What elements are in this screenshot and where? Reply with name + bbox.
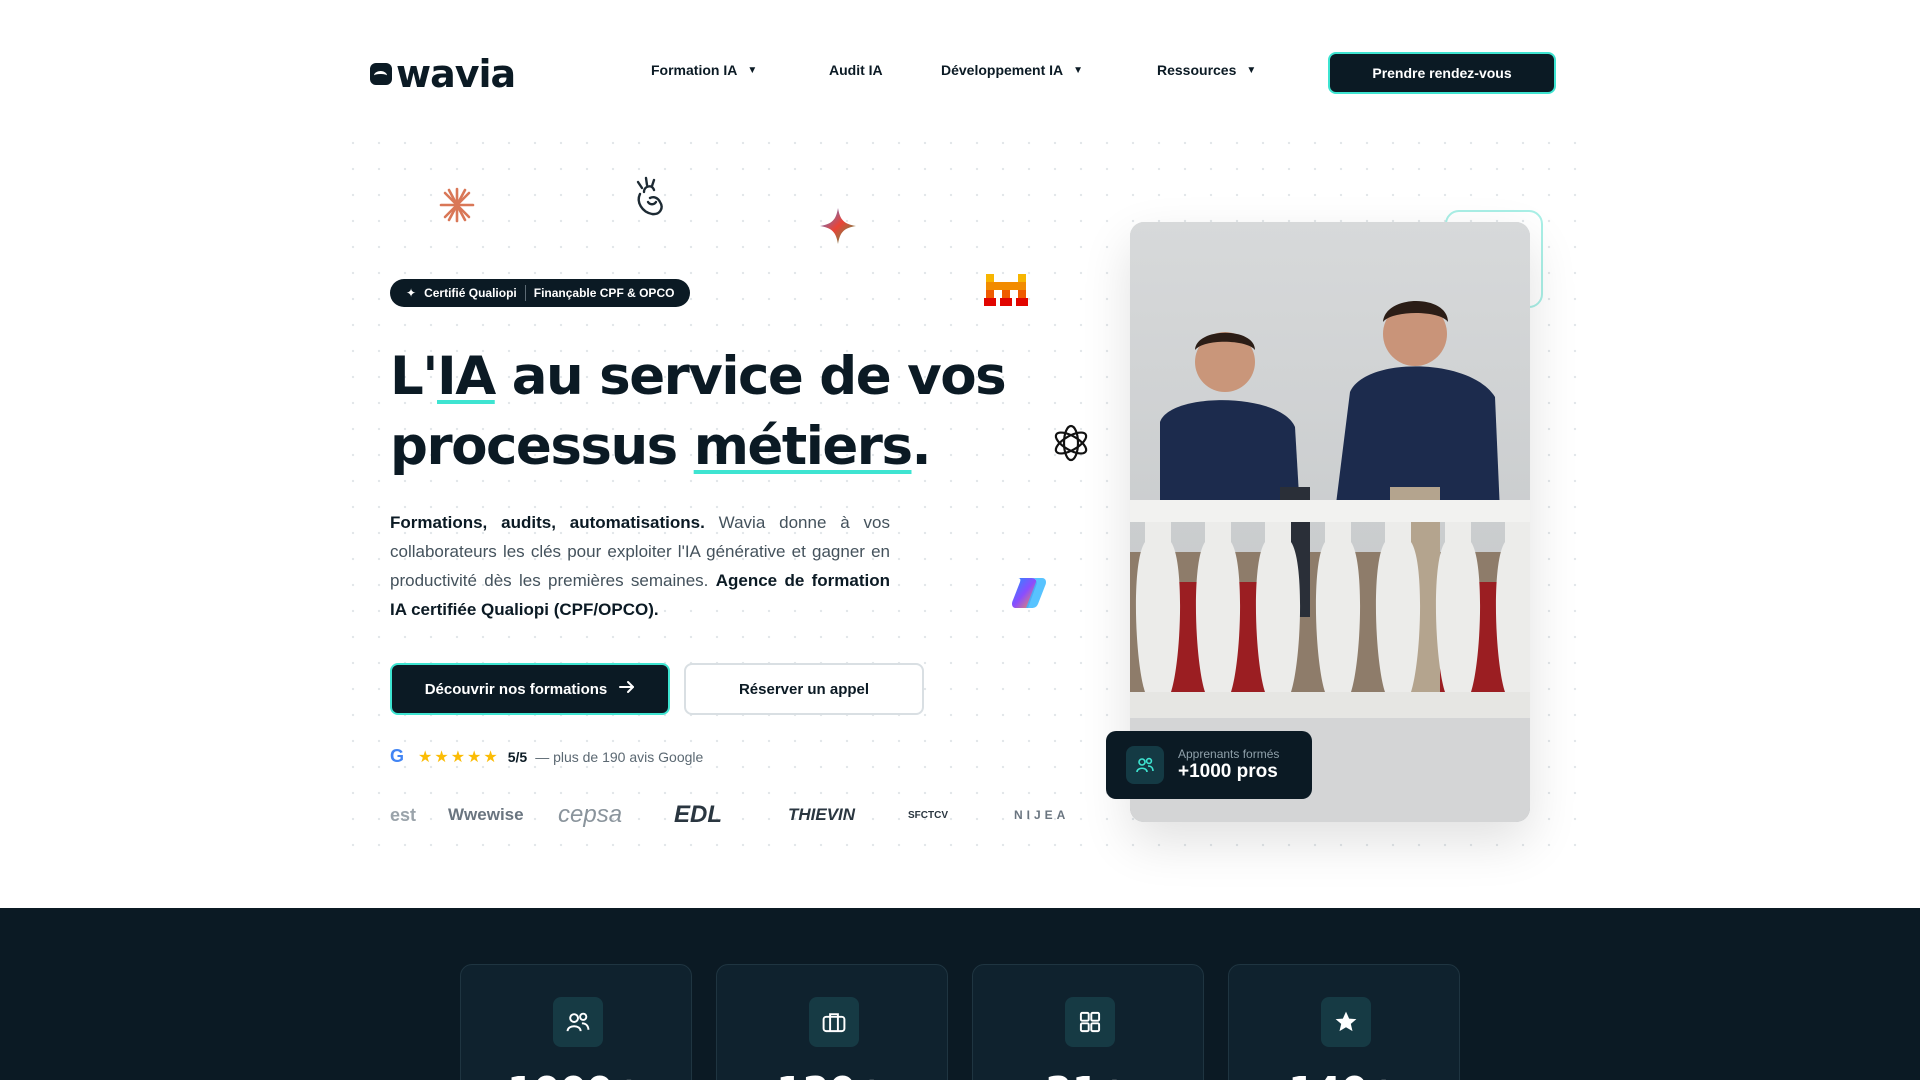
metric-value: 21+ <box>973 1069 1203 1080</box>
badge-divider <box>524 285 526 301</box>
logo[interactable]: wavia <box>370 52 516 96</box>
rating-score: 5/5 <box>507 748 528 765</box>
client-logo: EDL <box>674 801 722 828</box>
copilot-icon <box>1008 572 1050 614</box>
stat-label: Apprenants formés <box>1178 747 1280 761</box>
grid-icon <box>1065 997 1115 1047</box>
google-rating: G ★★★★★ 5/5 — plus de 190 avis Google <box>390 746 703 767</box>
nav-formation-ia[interactable]: Formation IA ▼ <box>651 62 757 78</box>
headline-highlight-ia: IA <box>437 346 496 407</box>
nav-audit-ia[interactable]: Audit IA <box>829 62 883 78</box>
book-appointment-button[interactable]: Prendre rendez-vous <box>1328 52 1556 94</box>
headline-part: L' <box>390 346 439 407</box>
client-logo: est <box>390 804 417 825</box>
certification-badge: ✦ Certifié Qualiopi Finançable CPF & OPC… <box>390 279 691 307</box>
mistral-icon <box>984 272 1030 306</box>
nav-developpement-ia[interactable]: Développement IA ▼ <box>941 62 1083 78</box>
client-logo: Wwewise <box>448 805 524 824</box>
star-icon <box>1321 997 1371 1047</box>
button-label: Découvrir nos formations <box>424 680 608 698</box>
badge-funding: Finançable CPF & OPCO <box>533 286 675 300</box>
metric-card: 1000+ <box>460 964 692 1080</box>
headline-part: . <box>911 416 932 477</box>
rating-text: — plus de 190 avis Google <box>535 748 704 765</box>
logo-mark-icon <box>370 63 392 85</box>
briefcase-icon <box>809 997 859 1047</box>
headline-highlight-metiers: métiers <box>693 416 913 477</box>
site-header: wavia Formation IA ▼ Audit IA Développem… <box>0 0 1920 146</box>
client-logo: THIEVIN <box>788 805 856 824</box>
client-logo: cepsa <box>558 801 623 828</box>
nav-label: Ressources <box>1157 62 1237 78</box>
nav-label: Développement IA <box>941 62 1064 78</box>
stat-text: Apprenants formés +1000 pros <box>1178 747 1279 783</box>
users-icon <box>1126 746 1164 784</box>
metric-card: 21+ <box>972 964 1204 1080</box>
logo-text: wavia <box>396 52 516 96</box>
badge-qualiopi: Certifié Qualiopi <box>424 286 517 300</box>
stat-value: +1000 pros <box>1178 761 1278 782</box>
lead-strong: Formations, audits, automatisations. <box>390 513 705 532</box>
learners-stat-card: Apprenants formés +1000 pros <box>1106 731 1312 799</box>
claude-icon <box>438 186 476 224</box>
metric-card: 140+ <box>1228 964 1460 1080</box>
chevron-down-icon: ▼ <box>747 64 758 76</box>
hand-logo-icon <box>626 172 670 222</box>
nav-ressources[interactable]: Ressources ▼ <box>1157 62 1256 78</box>
arrow-right-icon <box>619 680 635 698</box>
metric-value: 140+ <box>1229 1069 1459 1080</box>
sparkle-icon: ✦ <box>406 286 417 300</box>
metric-value: 120+ <box>717 1069 947 1080</box>
gemini-icon <box>818 206 858 246</box>
client-logo: NIJEA <box>1014 808 1070 822</box>
discover-formations-button[interactable]: Découvrir nos formations <box>390 663 670 715</box>
metrics-section <box>0 908 1920 1080</box>
client-logos: est Wwewise cepsa EDL THIEVIN SFCTCV NIJ… <box>390 790 1070 840</box>
rating-stars: ★★★★★ <box>418 748 500 766</box>
client-logo: SFCTCV <box>908 809 948 821</box>
book-call-button[interactable]: Réserver un appel <box>684 663 924 715</box>
hero-lead: Formations, audits, automatisations. Wav… <box>390 508 890 624</box>
metric-card: 120+ <box>716 964 948 1080</box>
chevron-down-icon: ▼ <box>1246 64 1257 76</box>
users-icon <box>553 997 603 1047</box>
openai-icon <box>1050 422 1092 464</box>
google-icon: G <box>390 746 405 766</box>
metric-value: 1000+ <box>461 1069 691 1080</box>
nav-label: Formation IA <box>651 62 738 78</box>
nav-label: Audit IA <box>829 62 883 78</box>
hero-headline: L'IA au service de vos processus métiers… <box>390 342 1030 482</box>
chevron-down-icon: ▼ <box>1073 64 1084 76</box>
